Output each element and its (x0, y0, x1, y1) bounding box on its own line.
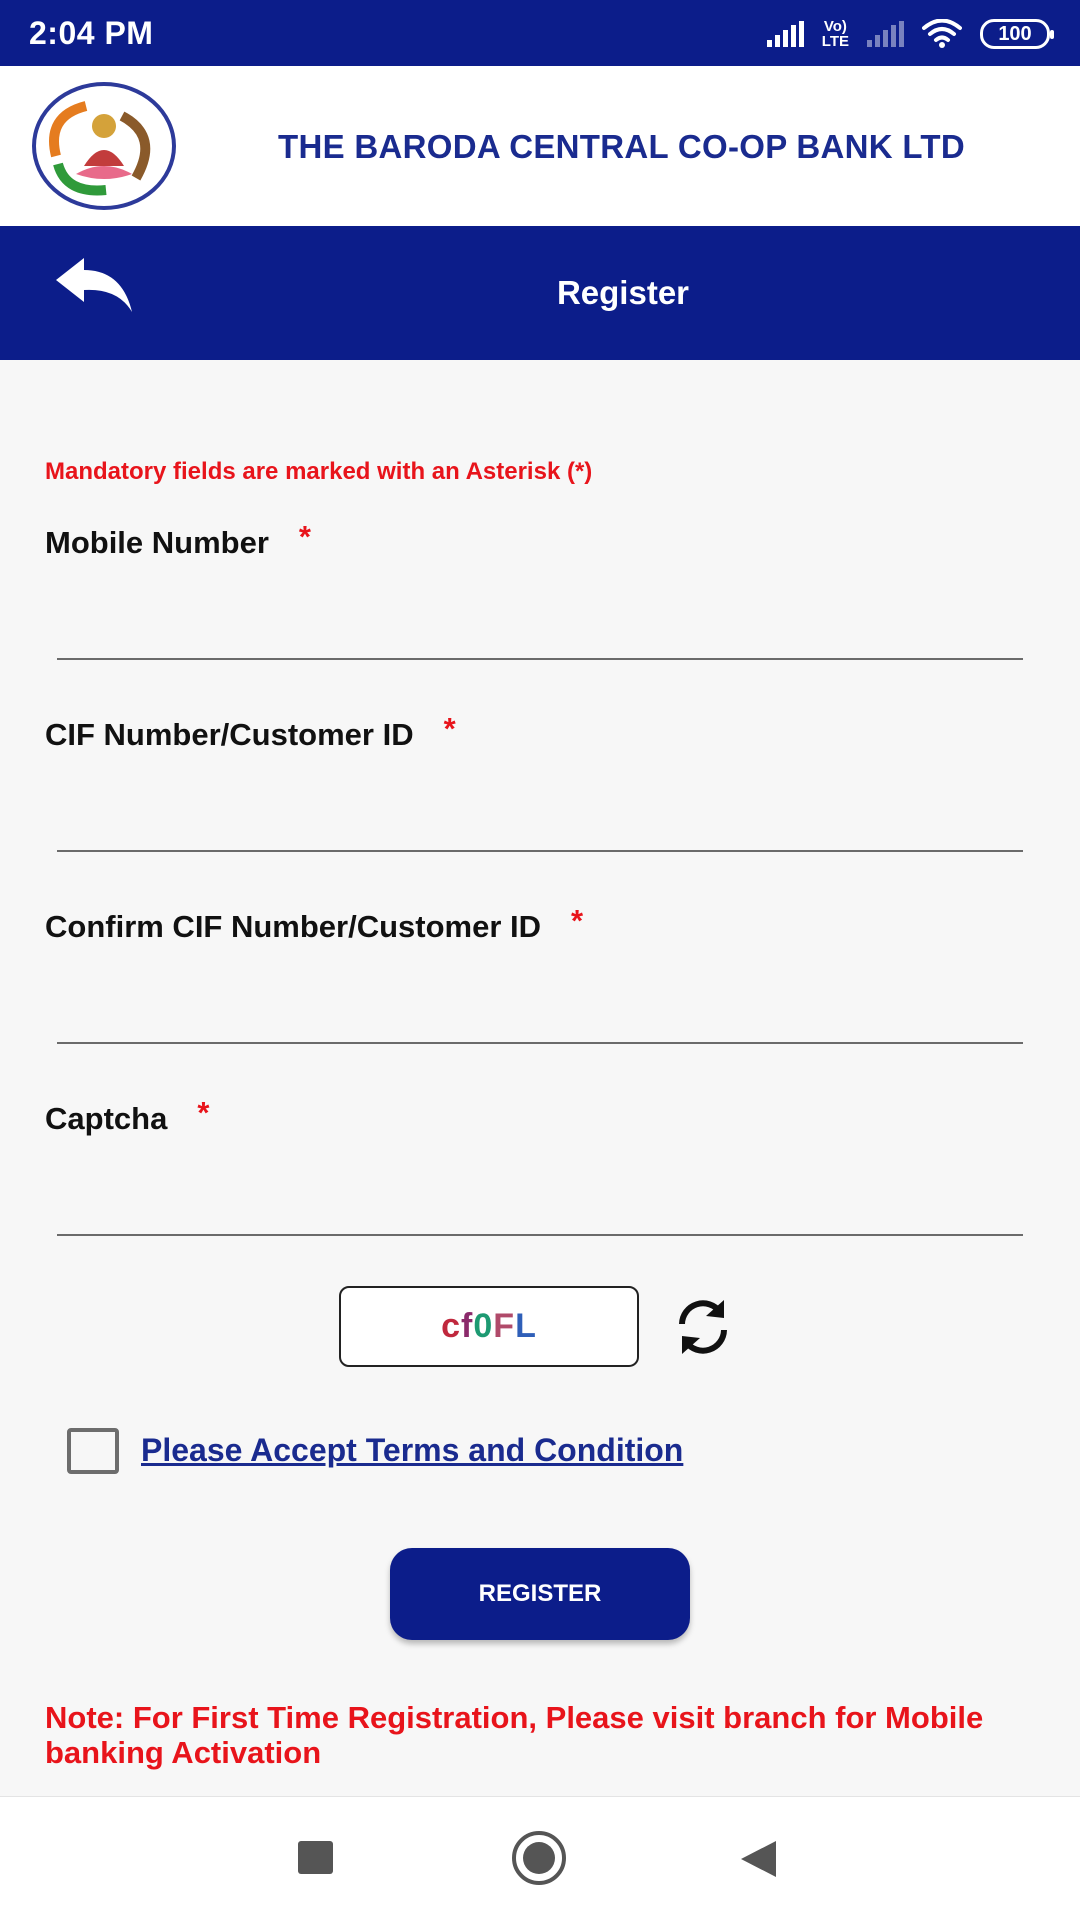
signal-secondary-icon (867, 21, 904, 47)
bank-header: THE BARODA CENTRAL CO-OP BANK LTD (0, 66, 1080, 226)
battery-level: 100 (998, 22, 1032, 45)
registration-note: Note: For First Time Registration, Pleas… (45, 1700, 984, 1770)
required-marker: * (298, 519, 311, 554)
cif-number-label: CIF Number/Customer ID * (45, 711, 456, 752)
page-title: Register (556, 274, 690, 311)
captcha-char: F (493, 1307, 516, 1345)
captcha-image: c f 0 F L (339, 1286, 639, 1367)
captcha-char: L (515, 1307, 537, 1345)
status-icons: Vo) LTE 100 (766, 14, 1054, 54)
back-triangle-icon[interactable] (741, 1841, 776, 1877)
confirm-cif-label: Confirm CIF Number/Customer ID * (45, 903, 584, 944)
title-bar: Register (0, 226, 1080, 360)
register-button[interactable]: REGISTER (390, 1548, 690, 1640)
confirm-cif-input[interactable] (57, 984, 1023, 1044)
cif-number-input[interactable] (57, 792, 1023, 852)
captcha-input[interactable] (57, 1176, 1023, 1236)
mobile-number-label: Mobile Number * (45, 519, 311, 560)
captcha-char: f (461, 1307, 474, 1345)
signal-icon (766, 21, 804, 47)
terms-link[interactable]: Please Accept Terms and Condition (141, 1432, 683, 1469)
volte-icon: Vo) LTE (821, 18, 849, 50)
captcha-label: Captcha * (45, 1095, 210, 1136)
required-marker: * (571, 903, 584, 938)
refresh-captcha-button[interactable] (672, 1296, 734, 1358)
required-marker: * (197, 1095, 210, 1130)
mobile-number-input[interactable] (57, 600, 1023, 660)
required-marker: * (443, 711, 456, 746)
mandatory-note: Mandatory fields are marked with an Aste… (45, 458, 593, 485)
recent-apps-icon[interactable] (298, 1841, 333, 1874)
bank-name: THE BARODA CENTRAL CO-OP BANK LTD (278, 128, 965, 165)
status-time: 2:04 PM (29, 15, 154, 51)
bank-logo-icon (32, 82, 176, 210)
home-icon[interactable] (512, 1831, 566, 1885)
wifi-icon (922, 19, 962, 48)
system-nav-bar (0, 1796, 1080, 1920)
captcha-char: c (441, 1307, 462, 1345)
status-bar: 2:04 PM Vo) LTE 100 (0, 0, 1080, 66)
refresh-icon (679, 1300, 727, 1354)
battery-icon: 100 (980, 19, 1054, 49)
terms-checkbox[interactable] (67, 1428, 119, 1474)
captcha-char: 0 (473, 1307, 494, 1345)
